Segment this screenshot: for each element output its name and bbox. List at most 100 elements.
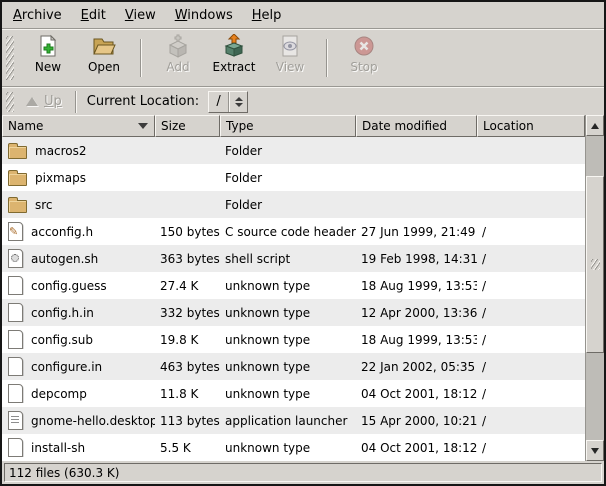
file-name: config.h.in [31, 306, 94, 320]
file-name: configure.in [31, 360, 102, 374]
new-button-label: New [35, 60, 61, 74]
file-name: macros2 [35, 144, 87, 158]
file-type: unknown type [220, 279, 356, 293]
file-type: C source code header [220, 225, 356, 239]
table-row[interactable]: macros2 Folder [2, 137, 585, 164]
table-row[interactable]: autogen.sh 363 bytes shell script 19 Feb… [2, 245, 585, 272]
open-button[interactable]: Open [76, 32, 132, 84]
table-row[interactable]: config.sub 19.8 K unknown type 18 Aug 19… [2, 326, 585, 353]
file-date-modified: 15 Apr 2000, 10:21 [356, 414, 477, 428]
file-location: / [477, 441, 585, 455]
up-arrow-icon [26, 97, 38, 106]
file-size: 150 bytes [155, 225, 220, 239]
file-type: shell script [220, 252, 356, 266]
file-type: application launcher [220, 414, 356, 428]
table-row[interactable]: acconfig.h 150 bytes C source code heade… [2, 218, 585, 245]
table-row[interactable]: gnome-hello.desktop 113 bytes applicatio… [2, 407, 585, 434]
file-size: 463 bytes [155, 360, 220, 374]
menu-view[interactable]: View [117, 4, 167, 27]
file-date-modified: 22 Jan 2002, 05:35 [356, 360, 477, 374]
file-location: / [477, 360, 585, 374]
add-files-icon [166, 34, 190, 58]
vertical-scrollbar [585, 115, 604, 461]
table-row[interactable]: depcomp 11.8 K unknown type 04 Oct 2001,… [2, 380, 585, 407]
toolbar: New Open Add [2, 30, 604, 86]
file-date-modified: 19 Feb 1998, 14:31 [356, 252, 477, 266]
file-location: / [477, 414, 585, 428]
combo-dropdown-icon[interactable] [229, 92, 247, 112]
menu-windows[interactable]: Windows [167, 4, 244, 27]
add-button[interactable]: Add [150, 32, 206, 84]
table-row[interactable]: config.guess 27.4 K unknown type 18 Aug … [2, 272, 585, 299]
menu-help[interactable]: Help [244, 4, 293, 27]
view-button[interactable]: View [262, 32, 318, 84]
sort-descending-icon [138, 123, 148, 129]
column-header-size[interactable]: Size [155, 115, 220, 137]
location-bar: Up Current Location: / [2, 88, 604, 115]
new-button[interactable]: New [20, 32, 76, 84]
view-button-label: View [276, 60, 304, 74]
status-text: 112 files (630.3 K) [9, 466, 119, 480]
table-row[interactable]: configure.in 463 bytes unknown type 22 J… [2, 353, 585, 380]
file-name: depcomp [31, 387, 87, 401]
stop-button-label: Stop [350, 60, 377, 74]
file-location: / [477, 225, 585, 239]
file-date-modified: 18 Aug 1999, 13:53 [356, 279, 477, 293]
file-type-icon [8, 249, 23, 268]
table-row[interactable]: src Folder [2, 191, 585, 218]
scrollbar-thumb[interactable] [586, 176, 604, 353]
separator [326, 39, 328, 77]
file-name: config.sub [31, 333, 93, 347]
separator [75, 91, 77, 113]
scrollbar-track[interactable] [586, 136, 604, 440]
scroll-down-icon [591, 448, 599, 454]
stop-button[interactable]: Stop [336, 32, 392, 84]
scrollbar-grip [591, 259, 600, 270]
new-archive-icon [36, 34, 60, 58]
open-button-label: Open [88, 60, 120, 74]
menu-archive[interactable]: Archive [5, 4, 73, 27]
location-value: / [209, 92, 229, 112]
menu-edit[interactable]: Edit [73, 4, 117, 27]
extract-button[interactable]: Extract [206, 32, 262, 84]
file-list: Name Size Type Date modified Location ma… [2, 115, 604, 461]
toolbar-grip[interactable] [6, 36, 14, 80]
table-header: Name Size Type Date modified Location [2, 115, 585, 137]
location-bar-grip[interactable] [6, 92, 14, 112]
separator [140, 39, 142, 77]
up-button-label: Up [44, 94, 62, 109]
status-bar: 112 files (630.3 K) [2, 461, 604, 484]
table-body: macros2 Folder pixmaps Folder [2, 137, 585, 461]
file-name: src [35, 198, 53, 212]
archive-manager-window: Archive Edit View Windows Help New Open [0, 0, 606, 486]
file-size: 113 bytes [155, 414, 220, 428]
scroll-up-icon [591, 123, 599, 129]
file-type: unknown type [220, 333, 356, 347]
scroll-down-button[interactable] [586, 440, 604, 461]
file-type-icon [8, 222, 23, 241]
file-location: / [477, 387, 585, 401]
file-name: gnome-hello.desktop [31, 414, 155, 428]
column-header-location[interactable]: Location [477, 115, 585, 137]
column-header-name[interactable]: Name [2, 115, 155, 137]
file-name: autogen.sh [31, 252, 98, 266]
file-size: 5.5 K [155, 441, 220, 455]
column-header-date-modified[interactable]: Date modified [356, 115, 477, 137]
column-header-type[interactable]: Type [220, 115, 356, 137]
current-location-label: Current Location: [87, 94, 199, 109]
add-button-label: Add [166, 60, 189, 74]
file-type-icon [8, 411, 23, 430]
file-size: 19.8 K [155, 333, 220, 347]
extract-button-label: Extract [213, 60, 256, 74]
file-type: Folder [220, 198, 356, 212]
table-row[interactable]: pixmaps Folder [2, 164, 585, 191]
file-type: unknown type [220, 441, 356, 455]
scroll-up-button[interactable] [586, 115, 604, 136]
location-combobox[interactable]: / [208, 91, 248, 113]
up-button[interactable]: Up [19, 92, 69, 111]
table-row[interactable]: config.h.in 332 bytes unknown type 12 Ap… [2, 299, 585, 326]
file-type-icon [8, 357, 23, 376]
file-type-icon [8, 384, 23, 403]
table-row[interactable]: install-sh 5.5 K unknown type 04 Oct 200… [2, 434, 585, 461]
file-type: unknown type [220, 306, 356, 320]
